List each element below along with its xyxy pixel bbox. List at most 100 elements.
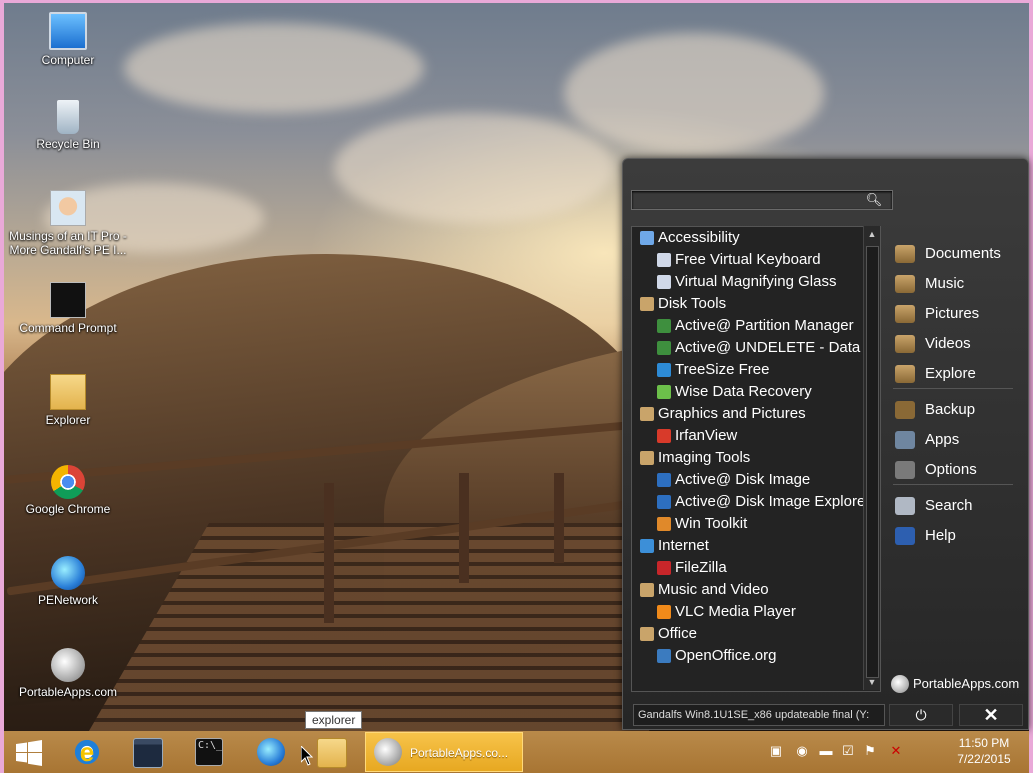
desktop-icon-label: Command Prompt bbox=[19, 321, 117, 335]
help-icon bbox=[895, 527, 915, 545]
tray-display-icon[interactable]: ▣ bbox=[768, 743, 784, 759]
network-globe-icon bbox=[257, 738, 285, 766]
category-item[interactable]: Internet bbox=[632, 535, 880, 557]
recycle-bin-icon bbox=[57, 100, 79, 134]
category-item[interactable]: Disk Tools bbox=[632, 293, 880, 315]
taskbar: e C:\_ PortableApps.co... ▣ ◉ ▬ ☑ ⚑ ✕ 11… bbox=[4, 731, 1029, 773]
item-label: Active@ Disk Image bbox=[675, 471, 811, 488]
computer-icon bbox=[49, 12, 87, 50]
taskbar-portableapps-label: PortableApps.co... bbox=[410, 746, 509, 760]
category-item[interactable]: Graphics and Pictures bbox=[632, 403, 880, 425]
menu-link-backup[interactable]: Backup bbox=[895, 398, 975, 422]
folder-icon bbox=[317, 738, 347, 768]
start-button[interactable] bbox=[4, 733, 56, 771]
task-manager-icon bbox=[133, 738, 163, 768]
app-list: Accessibility Free Virtual Keyboard Virtua… bbox=[631, 226, 881, 692]
portableapps-menu: 🔍︎ Accessibility Free Virtual Keyboard Vir… bbox=[622, 158, 1029, 730]
mouse-cursor-icon bbox=[301, 746, 313, 766]
item-label: Graphics and Pictures bbox=[658, 405, 806, 422]
category-folder-icon bbox=[640, 407, 654, 421]
power-button[interactable]: ⏻ bbox=[889, 704, 953, 726]
menu-link-label: Help bbox=[925, 527, 956, 544]
app-item[interactable]: FileZilla bbox=[632, 557, 880, 579]
tray-volume-muted-icon[interactable]: ✕ bbox=[888, 743, 904, 759]
app-item[interactable]: Wise Data Recovery bbox=[632, 381, 880, 403]
taskbar-command-prompt[interactable]: C:\_ bbox=[182, 733, 234, 771]
app-item[interactable]: VLC Media Player bbox=[632, 601, 880, 623]
tray-network-icon[interactable]: ⚑ bbox=[862, 743, 878, 759]
category-item[interactable]: Music and Video bbox=[632, 579, 880, 601]
menu-link-label: Options bbox=[925, 461, 977, 478]
menu-link-videos[interactable]: Videos bbox=[895, 332, 971, 356]
category-item[interactable]: Imaging Tools bbox=[632, 447, 880, 469]
item-label: Free Virtual Keyboard bbox=[675, 251, 821, 268]
desktop-icon-label: PortableApps.com bbox=[18, 685, 118, 699]
desktop-icon-google[interactable]: Google Chrome bbox=[6, 465, 130, 516]
category-item[interactable]: Accessibility bbox=[632, 227, 880, 249]
close-button[interactable]: ✕ bbox=[959, 704, 1023, 726]
app-item[interactable]: Win Toolkit bbox=[632, 513, 880, 535]
category-item[interactable]: Office bbox=[632, 623, 880, 645]
options-icon bbox=[895, 461, 915, 479]
tray-security-icon[interactable]: ☑ bbox=[840, 743, 856, 759]
explore-folder-icon bbox=[895, 365, 915, 383]
network-icon bbox=[51, 556, 85, 590]
desktop-icon-recycle[interactable]: Recycle Bin bbox=[6, 100, 130, 151]
desktop-icon-label: Computer bbox=[41, 53, 95, 67]
scroll-down-icon[interactable]: ▼ bbox=[864, 674, 880, 690]
item-label: Music and Video bbox=[658, 581, 769, 598]
desktop-icon-label: Google Chrome bbox=[25, 502, 111, 516]
scrollbar-thumb[interactable] bbox=[866, 246, 879, 678]
app-item[interactable]: Active@ Partition Manager bbox=[632, 315, 880, 337]
category-folder-icon bbox=[640, 627, 654, 641]
avatar-icon bbox=[50, 190, 86, 226]
item-label: Wise Data Recovery bbox=[675, 383, 812, 400]
drive-status: Gandalfs Win8.1U1SE_x86 updateable final… bbox=[633, 704, 885, 726]
menu-link-help[interactable]: Help bbox=[895, 524, 956, 548]
internet-explorer-icon: e bbox=[73, 738, 101, 766]
menu-link-search[interactable]: Search bbox=[895, 494, 973, 518]
app-item[interactable]: Active@ Disk Image bbox=[632, 469, 880, 491]
taskbar-task-manager[interactable] bbox=[120, 733, 172, 771]
app-icon bbox=[657, 561, 671, 575]
app-item[interactable]: TreeSize Free bbox=[632, 359, 880, 381]
app-item[interactable]: Active@ Disk Image Explore bbox=[632, 491, 880, 513]
item-label: TreeSize Free bbox=[675, 361, 770, 378]
desktop-icon-musings[interactable]: Musings of an IT Pro - More Gandalf's PE… bbox=[6, 190, 130, 257]
menu-link-documents[interactable]: Documents bbox=[895, 242, 1001, 266]
scroll-up-icon[interactable]: ▲ bbox=[864, 226, 880, 242]
menu-link-label: Apps bbox=[925, 431, 960, 448]
menu-separator bbox=[893, 388, 1013, 389]
backup-icon bbox=[895, 401, 915, 419]
desktop-icon-command[interactable]: Command Prompt bbox=[6, 282, 130, 335]
desktop-icon-penetwork[interactable]: PENetwork bbox=[6, 556, 130, 607]
app-item[interactable]: Active@ UNDELETE - Data R bbox=[632, 337, 880, 359]
taskbar-pe-network[interactable] bbox=[244, 733, 296, 771]
taskbar-portableapps[interactable]: PortableApps.co... bbox=[365, 732, 523, 772]
tray-portableapps-icon[interactable]: ◉ bbox=[794, 743, 810, 759]
portableapps-brand[interactable]: PortableApps.com bbox=[891, 675, 1019, 693]
menu-search-input[interactable] bbox=[631, 190, 893, 210]
menu-link-explore[interactable]: Explore bbox=[895, 362, 976, 386]
taskbar-ie[interactable]: e bbox=[60, 733, 112, 771]
item-label: Disk Tools bbox=[658, 295, 727, 312]
app-icon bbox=[657, 649, 671, 663]
desktop-icon-explorer[interactable]: Explorer bbox=[6, 374, 130, 427]
app-item[interactable]: Virtual Magnifying Glass bbox=[632, 271, 880, 293]
search-icon[interactable]: 🔍︎ bbox=[865, 191, 883, 209]
app-list-scrollbar[interactable]: ▲ ▼ bbox=[863, 226, 880, 690]
tray-drive-icon[interactable]: ▬ bbox=[818, 743, 834, 759]
menu-link-options[interactable]: Options bbox=[895, 458, 977, 482]
menu-link-pictures[interactable]: Pictures bbox=[895, 302, 979, 326]
app-icon bbox=[657, 495, 671, 509]
menu-link-apps[interactable]: Apps bbox=[895, 428, 959, 452]
chrome-icon bbox=[51, 465, 85, 499]
menu-separator bbox=[893, 484, 1013, 485]
app-item[interactable]: Free Virtual Keyboard bbox=[632, 249, 880, 271]
app-item[interactable]: OpenOffice.org bbox=[632, 645, 880, 667]
clock[interactable]: 11:50 PM 7/22/2015 bbox=[942, 735, 1026, 767]
menu-link-music[interactable]: Music bbox=[895, 272, 964, 296]
desktop-icon-computer[interactable]: Computer bbox=[6, 12, 130, 67]
app-item[interactable]: IrfanView bbox=[632, 425, 880, 447]
desktop-icon-portableappscom[interactable]: PortableApps.com bbox=[6, 648, 130, 699]
